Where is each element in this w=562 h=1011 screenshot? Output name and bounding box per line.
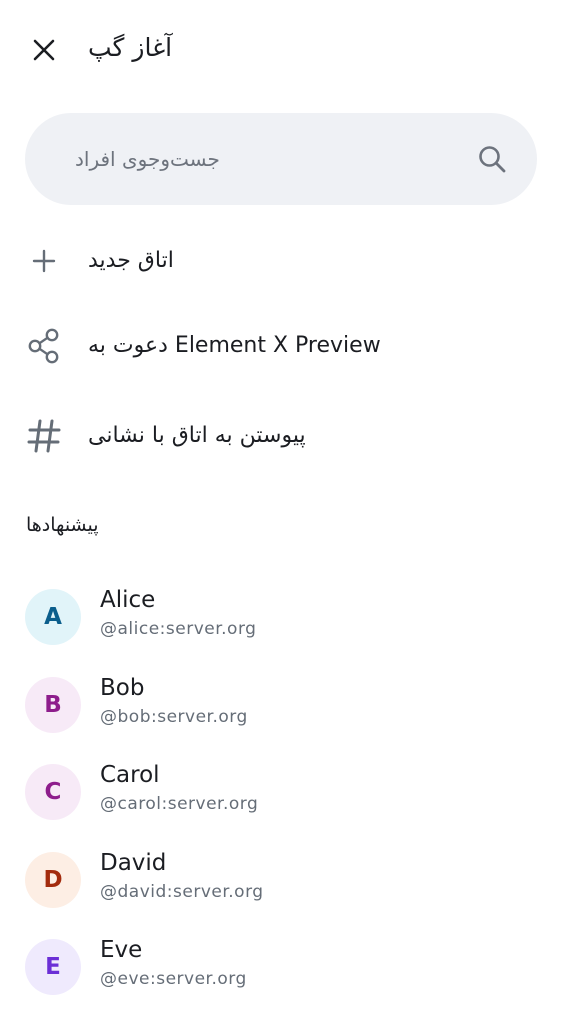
list-item[interactable]: C Carol @carol:server.org [0, 748, 562, 836]
hash-icon [24, 416, 64, 456]
list-item[interactable]: A Alice @alice:server.org [0, 573, 562, 661]
user-name: David [100, 850, 167, 876]
invite-row[interactable]: دعوت به Element X Preview [0, 306, 562, 386]
join-by-address-label: پیوستن به اتاق با نشانی [88, 423, 306, 448]
plus-icon [24, 241, 64, 281]
list-item[interactable]: D David @david:server.org [0, 836, 562, 924]
avatar: A [25, 589, 81, 645]
list-item[interactable]: B Bob @bob:server.org [0, 661, 562, 749]
new-room-row[interactable]: اتاق جدید [0, 221, 562, 301]
top-app-bar: آغاز گپ [0, 0, 562, 96]
suggestions-header: پیشنهادها [26, 514, 99, 536]
search-placeholder: جست‌وجوی افراد [75, 147, 220, 171]
share-icon [24, 326, 64, 366]
avatar: C [25, 764, 81, 820]
close-button[interactable] [22, 28, 66, 72]
user-id: @eve:server.org [100, 969, 247, 989]
user-name: Bob [100, 675, 145, 701]
user-id: @alice:server.org [100, 619, 257, 639]
user-id: @carol:server.org [100, 794, 259, 814]
avatar: B [25, 677, 81, 733]
list-item[interactable]: E Eve @eve:server.org [0, 923, 562, 1011]
search-field[interactable]: جست‌وجوی افراد [25, 113, 537, 205]
page-title: آغاز گپ [88, 33, 173, 62]
invite-label: دعوت به Element X Preview [88, 333, 381, 358]
avatar: E [25, 939, 81, 995]
close-icon [33, 39, 55, 61]
user-id: @david:server.org [100, 882, 264, 902]
search-icon [479, 146, 506, 173]
user-id: @bob:server.org [100, 707, 248, 727]
new-room-label: اتاق جدید [88, 248, 174, 273]
user-name: Carol [100, 762, 160, 788]
avatar: D [25, 852, 81, 908]
user-name: Eve [100, 937, 143, 963]
user-name: Alice [100, 587, 156, 613]
join-by-address-row[interactable]: پیوستن به اتاق با نشانی [0, 396, 562, 476]
